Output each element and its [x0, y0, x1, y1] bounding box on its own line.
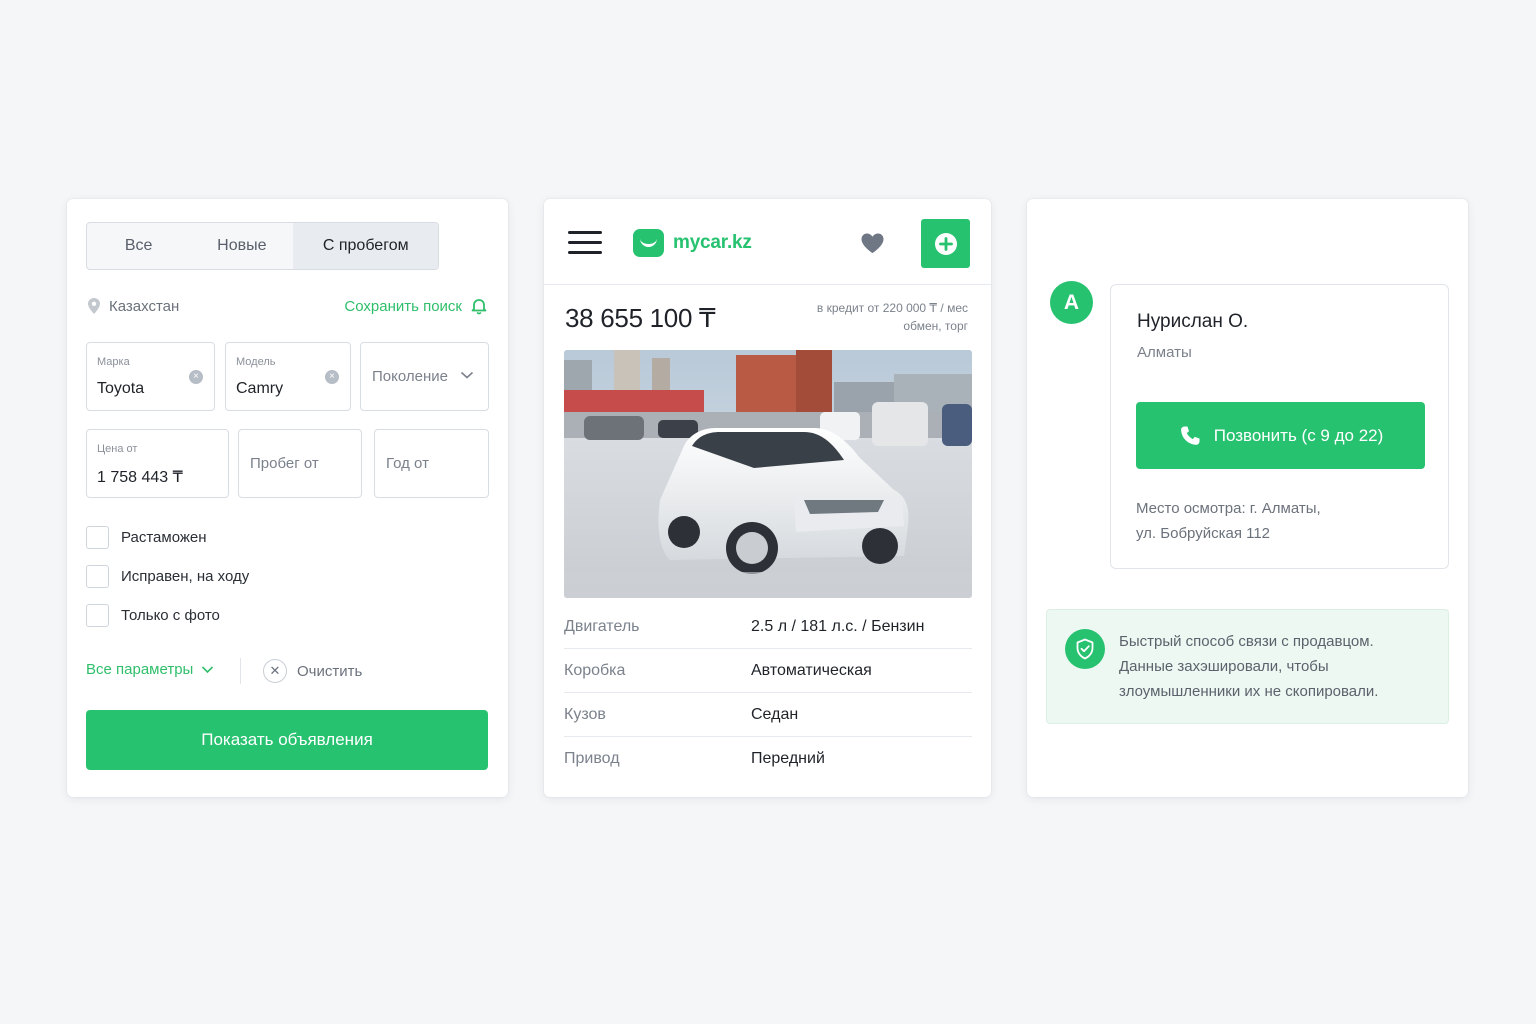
car-photo[interactable]	[564, 350, 972, 598]
spec-value: Автоматическая	[751, 661, 872, 679]
close-icon: ✕	[263, 659, 287, 683]
spec-value: 2.5 л / 181 л.с. / Бензин	[751, 617, 925, 635]
model-value: Camry	[236, 380, 284, 397]
spec-row-engine: Двигатель 2.5 л / 181 л.с. / Бензин	[564, 605, 972, 649]
security-notice: Быстрый способ связи с продавцом. Данные…	[1046, 609, 1449, 724]
chevron-down-icon	[202, 666, 214, 674]
credit-info: в кредит от 220 000 ₸ / мес обмен, торг	[768, 299, 968, 335]
add-listing-button[interactable]	[921, 219, 970, 268]
inspection-place: Место осмотра: г. Алматы, ул. Бобруйская…	[1136, 496, 1396, 546]
tab-used[interactable]: С пробегом	[293, 223, 438, 269]
year-from-placeholder: Год от	[386, 455, 429, 472]
checkbox-with-photo[interactable]: Только с фото	[86, 603, 249, 627]
clear-filters-button[interactable]: ✕ Очистить	[263, 659, 362, 683]
security-line: злоумышленники их не скопировали.	[1119, 683, 1379, 700]
brand-value: Toyota	[97, 380, 145, 397]
location-label: Казахстан	[109, 297, 180, 315]
location-pin-icon	[88, 298, 100, 314]
spec-key: Привод	[564, 750, 620, 767]
seller-contact-box: Нурислан О. Алматы Позвонить (с 9 до 22)…	[1110, 284, 1449, 569]
seller-name: Нурислан О.	[1137, 311, 1249, 332]
call-seller-label: Позвонить (с 9 до 22)	[1213, 425, 1384, 445]
all-parameters-link[interactable]: Все параметры	[86, 661, 214, 678]
specs-table: Двигатель 2.5 л / 181 л.с. / Бензин Коро…	[564, 605, 972, 781]
generation-select[interactable]: Поколение	[360, 342, 489, 411]
plus-circle-icon	[934, 232, 957, 255]
security-line: Данные захэшировали, чтобы	[1119, 658, 1329, 675]
save-search-button[interactable]: Сохранить поиск	[344, 297, 488, 315]
spec-row-body: Кузов Седан	[564, 693, 972, 737]
clear-brand-icon[interactable]: ×	[189, 370, 203, 384]
mileage-from-placeholder: Пробег от	[250, 455, 319, 472]
spec-key: Кузов	[564, 705, 606, 723]
checkbox-label: Растаможен	[121, 528, 207, 546]
chevron-down-icon	[460, 371, 474, 379]
seller-card: A Нурислан О. Алматы Позвонить (с 9 до 2…	[1027, 199, 1468, 797]
save-search-label: Сохранить поиск	[344, 297, 462, 315]
spec-row-transmission: Коробка Автоматическая	[564, 649, 972, 693]
checkbox-box[interactable]	[86, 603, 109, 627]
shield-check-icon	[1065, 629, 1105, 669]
avatar: A	[1050, 281, 1093, 324]
menu-icon[interactable]	[568, 231, 602, 255]
checkbox-box[interactable]	[86, 525, 109, 549]
spec-value: Седан	[751, 705, 799, 723]
spec-value: Передний	[751, 750, 825, 767]
divider	[240, 658, 241, 684]
top-navigation: mycar.kz	[544, 199, 991, 285]
tab-new[interactable]: Новые	[190, 223, 293, 269]
bell-icon	[471, 299, 487, 315]
condition-tabs: Все Новые С пробегом	[86, 222, 439, 270]
clear-model-icon[interactable]: ×	[325, 370, 339, 384]
brand-label: Марка	[97, 356, 130, 368]
all-parameters-label: Все параметры	[86, 661, 194, 678]
tab-all[interactable]: Все	[87, 223, 190, 269]
checkbox-label: Только с фото	[121, 606, 220, 624]
price-from-label: Цена от	[97, 443, 138, 455]
listing-card: mycar.kz 38 655 100 ₸ в кредит от 220 00…	[544, 199, 991, 797]
exchange-line: обмен, торг	[903, 319, 968, 333]
car-photo-image	[564, 350, 972, 598]
checkbox-box[interactable]	[86, 564, 109, 588]
show-listings-button[interactable]: Показать объявления	[86, 710, 488, 770]
model-field[interactable]: Модель Camry ×	[225, 342, 351, 411]
listing-price: 38 655 100 ₸	[565, 303, 716, 333]
mileage-from-field[interactable]: Пробег от	[238, 429, 362, 498]
spec-row-drive: Привод Передний	[564, 737, 972, 781]
inspection-line: Место осмотра: г. Алматы,	[1136, 500, 1321, 517]
call-seller-button[interactable]: Позвонить (с 9 до 22)	[1136, 402, 1425, 469]
favorite-heart-icon[interactable]	[860, 232, 885, 254]
spec-key: Коробка	[564, 661, 626, 679]
year-from-field[interactable]: Год от	[374, 429, 489, 498]
security-line: Быстрый способ связи с продавцом.	[1119, 633, 1374, 650]
brand-field[interactable]: Марка Toyota ×	[86, 342, 215, 411]
spec-key: Двигатель	[564, 617, 640, 635]
seller-city: Алматы	[1137, 344, 1192, 361]
search-filters-card: Все Новые С пробегом Казахстан Сохранить…	[67, 199, 508, 797]
inspection-line: ул. Бобруйская 112	[1136, 525, 1271, 542]
logo-mark-icon	[633, 229, 664, 257]
credit-line: в кредит от 220 000 ₸ / мес	[816, 301, 968, 315]
checkbox-list: Растаможен Исправен, на ходу Только с фо…	[86, 525, 249, 642]
checkbox-runs-ok[interactable]: Исправен, на ходу	[86, 564, 249, 588]
logo-text: mycar.kz	[673, 232, 752, 253]
clear-filters-label: Очистить	[297, 662, 363, 680]
security-text: Быстрый способ связи с продавцом. Данные…	[1119, 629, 1439, 704]
model-label: Модель	[236, 356, 276, 368]
checkbox-label: Исправен, на ходу	[121, 567, 250, 585]
site-logo[interactable]: mycar.kz	[633, 229, 752, 257]
price-from-field[interactable]: Цена от 1 758 443 ₸	[86, 429, 229, 498]
phone-icon	[1180, 426, 1200, 445]
price-from-value: 1 758 443 ₸	[97, 469, 183, 486]
generation-placeholder: Поколение	[372, 368, 448, 385]
location-selector[interactable]: Казахстан	[86, 297, 179, 315]
checkbox-customs-cleared[interactable]: Растаможен	[86, 525, 249, 549]
